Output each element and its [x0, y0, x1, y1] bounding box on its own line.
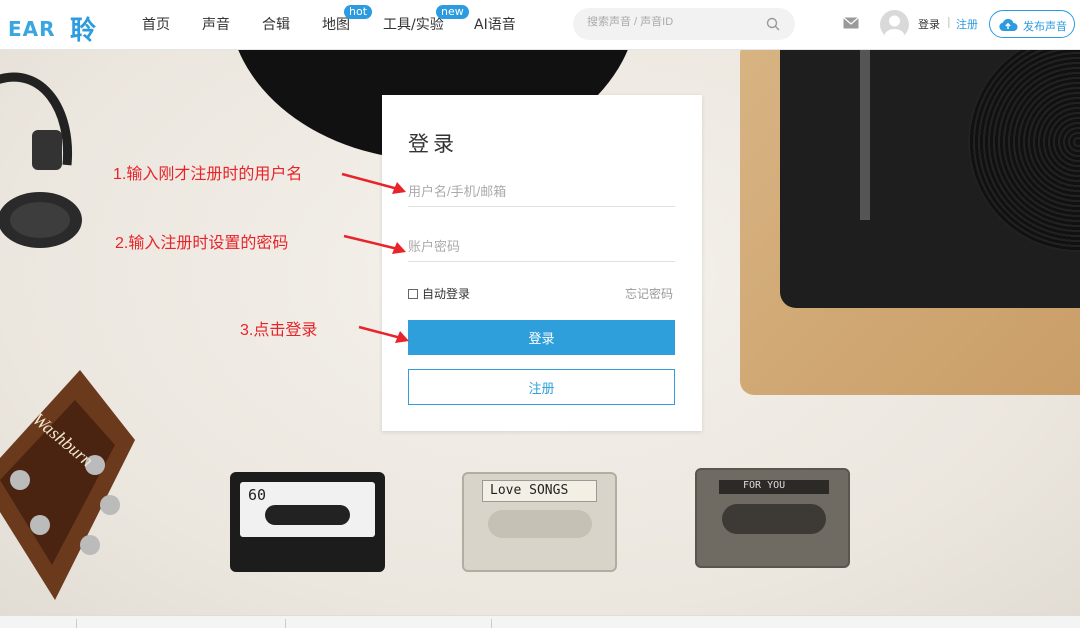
turntable-platter [968, 50, 1080, 252]
site-logo[interactable]: EAR 聆 [8, 10, 100, 46]
headphones-image [0, 72, 82, 248]
cassette-window [722, 504, 826, 534]
arrow-icon [341, 172, 406, 194]
footer-divider [491, 619, 492, 628]
auto-login-checkbox[interactable] [408, 288, 418, 299]
login-title: 登录 [408, 132, 458, 156]
nav-item-home[interactable]: 首页 [142, 14, 170, 34]
search-icon[interactable] [765, 16, 781, 32]
mail-icon[interactable] [843, 17, 859, 29]
nav-item-ai-voice[interactable]: AI语音 [474, 14, 516, 34]
username-input[interactable] [408, 177, 675, 207]
header-separator: | [947, 15, 951, 28]
cassette-window [488, 510, 592, 538]
header-login-link[interactable]: 登录 [918, 16, 940, 32]
auto-login-option[interactable]: 自动登录 [408, 285, 470, 302]
auto-login-label: 自动登录 [422, 287, 471, 301]
new-badge: new [436, 5, 469, 19]
footer-divider [285, 619, 286, 628]
top-navigation-bar: EAR 聆 首页 声音 合辑 地图 hot 工具/实验 new AI语音 登录 … [0, 0, 1080, 50]
search-input[interactable] [587, 16, 757, 28]
cassette-tape-love-songs: Love SONGS [462, 472, 617, 572]
arrow-icon [358, 325, 409, 343]
cassette-window [265, 505, 350, 525]
search-box [573, 8, 795, 40]
cassette-tape-60: 60 [230, 472, 385, 572]
forgot-password-link[interactable]: 忘记密码 [625, 285, 673, 302]
footer-strip [0, 615, 1080, 628]
password-input[interactable] [408, 232, 675, 262]
annotation-step-2: 2.输入注册时设置的密码 [115, 235, 289, 252]
footer-divider [76, 619, 77, 628]
record-player-image [740, 50, 1080, 395]
register-button[interactable]: 注册 [408, 369, 675, 405]
nav-item-sounds[interactable]: 声音 [202, 14, 230, 34]
cassette-label-love-songs: Love SONGS [490, 483, 569, 498]
arrow-icon [343, 234, 406, 254]
guitar-image: Washburn [0, 370, 135, 600]
login-button[interactable]: 登录 [408, 320, 675, 355]
nav-item-collections[interactable]: 合辑 [262, 14, 290, 34]
cassette-label-for-you: FOR YOU [743, 480, 786, 491]
logo-char: 聆 [70, 16, 97, 46]
hot-badge: hot [344, 5, 373, 19]
record-player-deck [780, 50, 1080, 308]
publish-label: 发布声音 [1023, 20, 1067, 33]
annotation-step-1: 1.输入刚才注册时的用户名 [113, 166, 303, 183]
logo-text: EAR [8, 17, 56, 41]
tonearm [860, 50, 870, 220]
cassette-tape-for-you: FOR YOU [695, 468, 850, 568]
cassette-label-60: 60 [248, 486, 267, 504]
annotation-step-3: 3.点击登录 [240, 322, 318, 339]
header-register-link[interactable]: 注册 [956, 16, 978, 32]
avatar[interactable] [880, 10, 909, 39]
user-avatar-icon [884, 15, 905, 39]
login-card: 登录 自动登录 忘记密码 登录 注册 [382, 95, 702, 431]
publish-sound-button[interactable]: 发布声音 [989, 10, 1075, 38]
cloud-upload-icon [999, 18, 1018, 31]
nav-item-tools[interactable]: 工具/实验 [383, 14, 444, 34]
